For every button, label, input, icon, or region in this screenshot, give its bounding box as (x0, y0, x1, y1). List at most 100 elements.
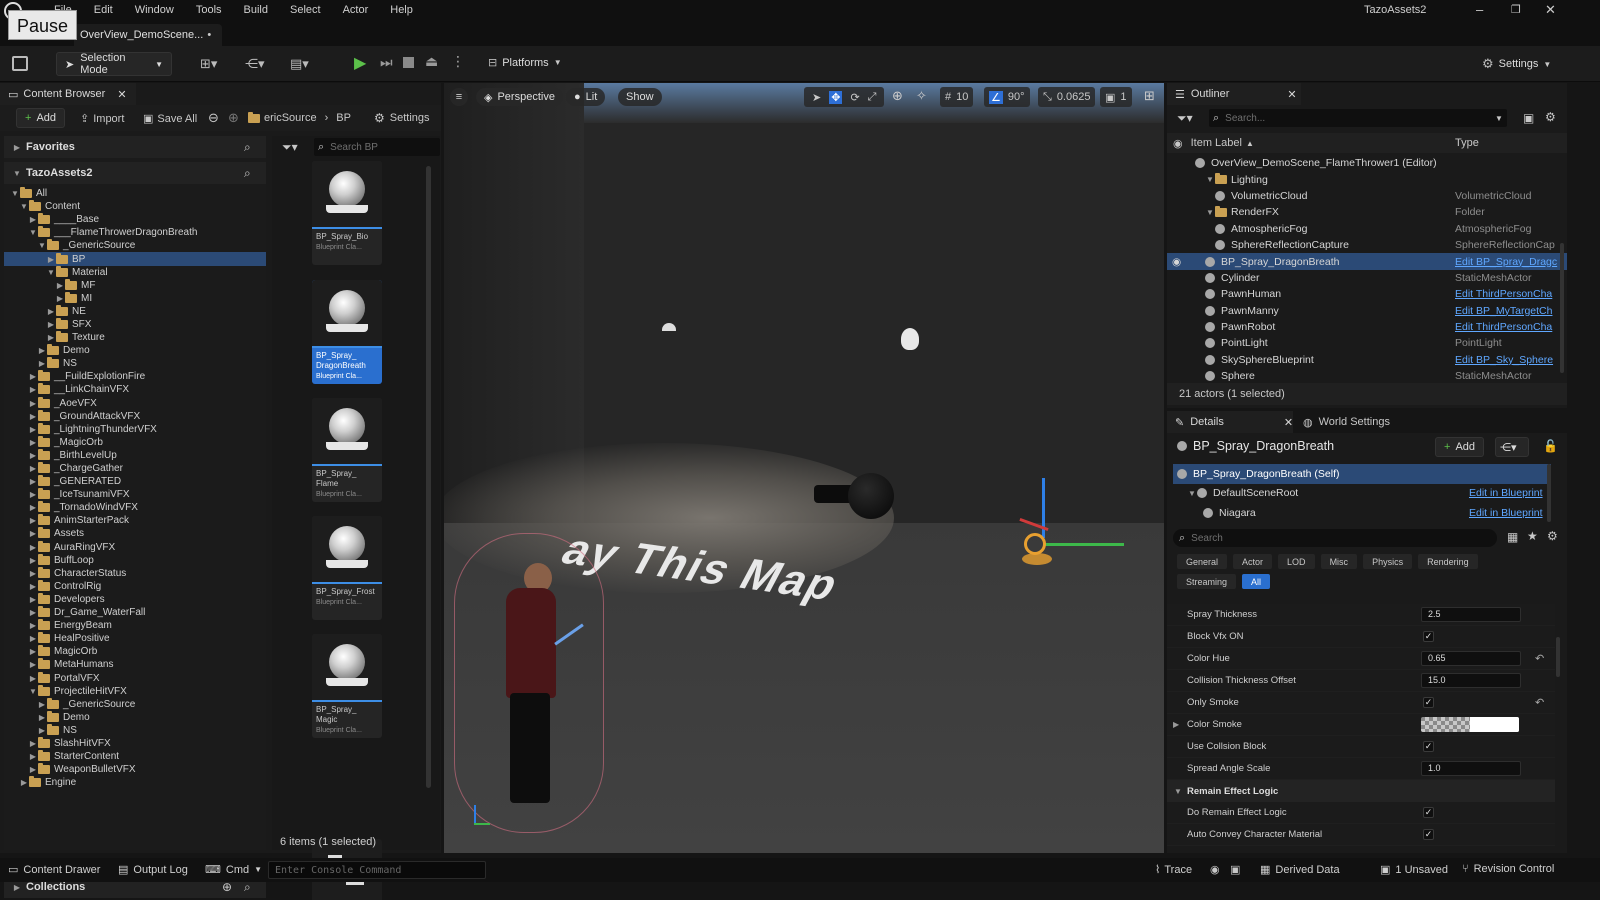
blueprint-options-button[interactable]: ⋲▾ (1495, 437, 1529, 457)
tree-item[interactable]: ▶ NE (4, 304, 266, 318)
outliner-row[interactable]: VolumetricCloud VolumetricCloud (1167, 188, 1567, 204)
search-icon[interactable]: ⌕ (244, 140, 251, 155)
outliner-scrollbar[interactable] (1560, 243, 1564, 373)
tree-item[interactable]: ▶ MI (4, 291, 266, 305)
outliner-row-type[interactable]: Edit BP_Spray_Dragc (1455, 256, 1557, 268)
selection-mode-button[interactable]: ➤ Selection Mode ▼ (56, 52, 172, 76)
chevron-right-icon[interactable]: ▶ (28, 554, 38, 567)
tree-item[interactable]: ▶ HealPositive (4, 632, 266, 645)
tree-item[interactable]: ▶ WeaponBulletVFX (4, 763, 266, 776)
chevron-right-icon[interactable]: ▶ (37, 711, 47, 724)
content-browser-tab[interactable]: ▭ Content Browser ✕ (0, 83, 136, 105)
settings-button[interactable]: ⚙ Settings ▼ (1482, 56, 1551, 72)
unsaved-button[interactable]: ▣ 1 Unsaved (1380, 863, 1448, 877)
move-tool-icon[interactable]: ✥ (829, 90, 843, 104)
chevron-right-icon[interactable]: ▶ (28, 449, 38, 462)
filter-icon[interactable]: ⏷▾ (1177, 111, 1193, 126)
chevron-right-icon[interactable]: ▶ (37, 698, 47, 711)
chevron-right-icon[interactable]: ▶ (28, 370, 38, 383)
chevron-down-icon[interactable]: ▼ (28, 685, 38, 698)
tree-item[interactable]: ▶ Engine (4, 776, 266, 789)
chevron-right-icon[interactable]: ▶ (28, 397, 38, 410)
add-component-button[interactable]: + Add (1435, 437, 1485, 457)
asset-search-input[interactable]: ⌕ Search BP (314, 138, 440, 156)
tree-item[interactable]: ▶ Developers (4, 592, 266, 606)
eject-icon[interactable]: ⏏ (425, 53, 438, 70)
chevron-right-icon[interactable]: ▶ (28, 475, 38, 488)
play-icon[interactable]: ▶ (354, 53, 366, 73)
tree-item[interactable]: ▶ BuffLoop (4, 553, 266, 567)
visibility-icon[interactable]: ◉ (1172, 256, 1181, 268)
scale-tool-icon[interactable]: ⤢ (868, 91, 877, 104)
tree-item[interactable]: ▶ __FuildExplotionFire (4, 370, 266, 383)
tree-item[interactable]: ▶ Assets (4, 527, 266, 540)
chevron-right-icon[interactable]: ▶ (28, 763, 38, 776)
menu-item[interactable]: Help (390, 4, 413, 16)
filter-tab[interactable]: General (1177, 554, 1228, 569)
favorites-section[interactable]: ▶ Favorites ⌕ (4, 136, 266, 158)
filter-tab[interactable]: Actor (1233, 554, 1273, 569)
chevron-right-icon[interactable]: ▶ (28, 750, 38, 763)
property-value-input[interactable]: 2.5 (1421, 607, 1521, 622)
outliner-row[interactable]: PawnRobot Edit ThirdPersonCha (1167, 319, 1567, 335)
tree-item[interactable]: ▼ Material (4, 265, 266, 279)
tree-item[interactable]: ▼ Content (4, 200, 266, 213)
chevron-right-icon[interactable]: ▶ (37, 344, 47, 357)
tree-item[interactable]: ▶ _GENERATED (4, 475, 266, 488)
chevron-down-icon[interactable]: ▼ (1187, 489, 1197, 498)
chevron-right-icon[interactable]: ▶ (37, 724, 47, 737)
chevron-right-icon[interactable]: ▶ (28, 514, 38, 527)
viewport-menu-icon[interactable]: ≡ (450, 88, 468, 106)
lit-button[interactable]: ● Lit (566, 88, 606, 106)
derived-data-button[interactable]: ▦ Derived Data (1260, 863, 1340, 877)
chevron-down-icon[interactable]: ▼ (1205, 175, 1215, 184)
component-row[interactable]: BP_Spray_DragonBreath (Self) (1173, 464, 1551, 484)
cinematics-icon[interactable]: ▤▾ (290, 56, 309, 72)
add-collection-icon[interactable]: ⊕ (222, 880, 232, 894)
tree-item[interactable]: ▶ SlashHitVFX (4, 736, 266, 750)
property-value-input[interactable]: 0.65 (1421, 651, 1521, 666)
filter-tab[interactable]: Rendering (1418, 554, 1478, 569)
tree-item[interactable]: ▼ ___FlameThrowerDragonBreath (4, 226, 266, 239)
cmd-button[interactable]: ⌨ Cmd ▼ (205, 863, 262, 877)
world-space-icon[interactable]: ⊕ (892, 88, 903, 104)
outliner-row[interactable]: Sphere StaticMeshActor (1167, 368, 1567, 384)
chevron-right-icon[interactable]: ▶ (28, 658, 38, 671)
menu-item[interactable]: Window (135, 4, 174, 16)
tree-item[interactable]: ▶ AuraRingVFX (4, 540, 266, 554)
details-search-input[interactable]: ⌕ Search (1173, 529, 1497, 547)
details-scrollbar[interactable] (1556, 637, 1560, 677)
outliner-row[interactable]: SphereReflectionCapture SphereReflectionC… (1167, 237, 1567, 253)
tree-item[interactable]: ▶ _ChargeGather (4, 462, 266, 475)
chevron-right-icon[interactable]: ▶ (28, 423, 38, 436)
save-all-button[interactable]: ▣ Save All (143, 112, 197, 126)
close-tab-icon[interactable]: ✕ (1284, 416, 1293, 429)
world-settings-tab[interactable]: ◍ World Settings (1303, 416, 1390, 429)
add-actor-icon[interactable]: ⊞▾ (200, 56, 217, 72)
tree-item[interactable]: ▶ ControlRig (4, 579, 266, 593)
menu-item[interactable]: Actor (343, 4, 369, 16)
tree-item[interactable]: ▶ _MagicOrb (4, 435, 266, 449)
chevron-right-icon[interactable]: ▶ (28, 580, 38, 593)
chevron-right-icon[interactable]: ▶ (46, 318, 56, 331)
property-checkbox[interactable]: ✓ (1423, 741, 1434, 752)
tree-item[interactable]: ▶ Texture (4, 331, 266, 344)
outliner-row[interactable]: AtmosphericFog AtmosphericFog (1167, 221, 1567, 237)
sky-light-icon[interactable] (662, 323, 676, 331)
tree-item[interactable]: ▶ BP (4, 252, 266, 266)
chevron-right-icon[interactable]: ▶ (28, 436, 38, 449)
select-tool-icon[interactable]: ➤ (812, 91, 821, 104)
surface-snap-icon[interactable]: ✧ (916, 88, 927, 104)
chevron-down-icon[interactable]: ▼ (1205, 208, 1215, 217)
perspective-button[interactable]: ◈ Perspective (476, 88, 563, 106)
property-checkbox[interactable]: ✓ (1423, 829, 1434, 840)
outliner-row[interactable]: ◉ BP_Spray_DragonBreath Edit BP_Spray_Drag… (1167, 253, 1567, 270)
details-tab[interactable]: ✎ Details ✕ (1167, 411, 1293, 433)
property-checkbox[interactable]: ✓ (1423, 697, 1434, 708)
gizmo-rotate-ring[interactable] (1024, 533, 1046, 555)
breadcrumb-item[interactable]: BP (336, 112, 351, 124)
outliner-row[interactable]: PawnHuman Edit ThirdPersonCha (1167, 286, 1567, 302)
record-icon[interactable]: ◉ (1210, 863, 1220, 876)
breadcrumb-item[interactable]: ericSource (264, 112, 317, 124)
asset-tile[interactable]: BP_Spray_Frost Blueprint Cla... (312, 516, 382, 620)
